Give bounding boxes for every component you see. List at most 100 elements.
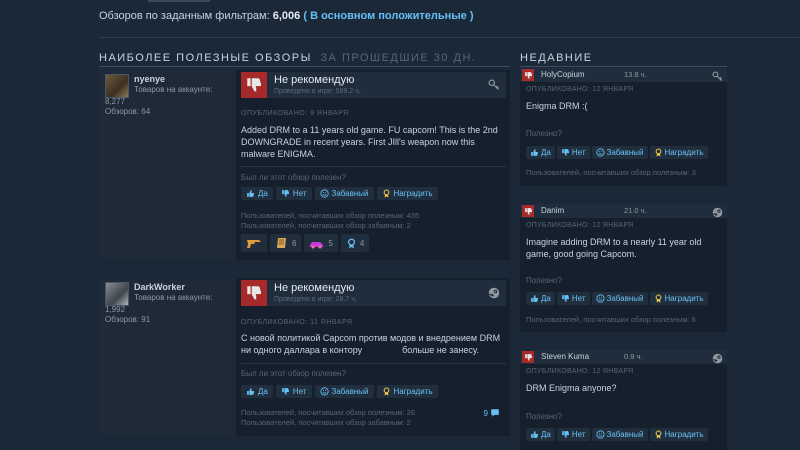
- recent-review-card: Steven Kuma 0.9 ч. ОПУБЛИКОВАНО: 12 ЯНВА…: [520, 350, 727, 450]
- avatar[interactable]: [105, 74, 129, 98]
- award-item[interactable]: 6: [270, 234, 302, 252]
- vote-funny-label: Забавный: [606, 294, 644, 303]
- vote-no-label: Нет: [292, 189, 307, 198]
- award-icon: [654, 148, 663, 157]
- author-reviews-count[interactable]: Обзоров: 91: [105, 315, 150, 324]
- review-summary: Обзоров по заданным фильтрам: 6,006 ( В …: [99, 10, 474, 22]
- review-author: DarkWorker Товаров на аккаунте: 1,992 Об…: [99, 278, 236, 436]
- vote-yes-button[interactable]: Да: [241, 385, 273, 398]
- helpful-count: Пользователей, посчитавших обзор полезны…: [241, 408, 416, 417]
- summary-rating-link[interactable]: В основном положительные: [310, 10, 467, 22]
- thumbs-up-icon: [530, 148, 539, 157]
- review-text-part: ни одного даллара в контору: [241, 345, 363, 355]
- playtime: Проведено в игре: 28.7 ч.: [274, 296, 357, 303]
- car-award-icon: [310, 242, 324, 249]
- steam-icon: [488, 286, 500, 304]
- vote-funny-label: Забавный: [606, 148, 644, 157]
- vote-funny-button[interactable]: Забавный: [591, 146, 648, 159]
- posted-date: ОПУБЛИКОВАНО: 9 ЯНВАРЯ: [241, 110, 349, 117]
- summary-close-paren: ): [469, 10, 474, 22]
- author-products-count: 8,277: [105, 97, 126, 106]
- author-reviews-count[interactable]: Обзоров: 64: [105, 107, 150, 116]
- smile-icon: [320, 189, 329, 198]
- thumbs-up-icon: [530, 294, 539, 303]
- award-label: Наградить: [393, 189, 433, 198]
- award-button[interactable]: Наградить: [649, 292, 708, 305]
- review-verdict-bar[interactable]: Не рекомендую Проведено в игре: 589.2 ч.: [241, 72, 506, 98]
- recent-review-text: Imagine adding DRM to a nearly 11 year o…: [526, 237, 702, 259]
- thumbs-down-icon: [281, 387, 290, 396]
- vote-no-button[interactable]: Нет: [556, 146, 590, 159]
- award-icon: [654, 294, 663, 303]
- review-card: DarkWorker Товаров на аккаунте: 1,992 Об…: [99, 278, 510, 436]
- recent-playtime: 21.0 ч.: [624, 206, 647, 215]
- vote-no-button[interactable]: Нет: [556, 428, 590, 441]
- recent-vote-buttons: Да Нет Забавный Наградить: [526, 146, 708, 159]
- vote-yes-button[interactable]: Да: [526, 292, 555, 305]
- recent-review-header[interactable]: Danim 21.0 ч.: [520, 204, 727, 218]
- vote-no-button[interactable]: Нет: [556, 292, 590, 305]
- helpful-question: Был ли этот обзор полезен?: [241, 173, 346, 182]
- review-stats: Пользователей, посчитавших обзор полезны…: [241, 408, 415, 428]
- review-text: С новой политикой Capcom против модов и …: [241, 332, 506, 356]
- vote-funny-button[interactable]: Забавный: [591, 428, 648, 441]
- vote-no-button[interactable]: Нет: [275, 385, 312, 398]
- avatar[interactable]: [105, 282, 129, 306]
- award-icon: [382, 387, 391, 396]
- tab-underline: [148, 0, 210, 2]
- thumbs-down-icon: [522, 205, 534, 217]
- thumbs-down-icon: [522, 351, 534, 363]
- vote-yes-label: Да: [541, 294, 551, 303]
- helpful-section-period: ЗА ПРОШЕДШИЕ 30 ДН.: [320, 52, 477, 64]
- recent-author-name[interactable]: Steven Kuma: [541, 352, 589, 361]
- recent-review-text: DRM Enigma anyone?: [526, 383, 617, 393]
- helpful-count: Пользователей, посчитавших обзор полезны…: [241, 211, 420, 220]
- recent-section-heading: НЕДАВНИЕ: [520, 52, 593, 64]
- vote-no-button[interactable]: Нет: [275, 187, 312, 200]
- helpful-section-line: [99, 66, 510, 67]
- author-name[interactable]: nyenye: [134, 74, 165, 84]
- recent-review-text: Enigma DRM :(: [526, 101, 588, 111]
- vote-funny-button[interactable]: Забавный: [314, 187, 374, 200]
- recent-author-name[interactable]: HolyCopium: [541, 70, 585, 79]
- award-button[interactable]: Наградить: [376, 187, 438, 200]
- recent-posted-date: ОПУБЛИКОВАНО: 12 ЯНВАРЯ: [526, 86, 634, 93]
- vote-funny-button[interactable]: Забавный: [314, 385, 374, 398]
- recent-section-line: [520, 66, 727, 67]
- review-verdict-bar[interactable]: Не рекомендую Проведено в игре: 28.7 ч.: [241, 280, 506, 306]
- award-item[interactable]: 4: [340, 234, 370, 252]
- award-item[interactable]: [241, 234, 267, 252]
- award-icon: [654, 430, 663, 439]
- thumbs-up-icon: [246, 387, 255, 396]
- smile-icon: [596, 294, 605, 303]
- review-divider: [241, 166, 506, 167]
- helpful-section-title: НАИБОЛЕЕ ПОЛЕЗНЫЕ ОБЗОРЫ ЗА ПРОШЕДШИЕ 30…: [99, 52, 477, 64]
- vote-funny-label: Забавный: [331, 189, 369, 198]
- author-name[interactable]: DarkWorker: [134, 282, 185, 292]
- vote-yes-button[interactable]: Да: [241, 187, 273, 200]
- recent-review-header[interactable]: HolyCopium 13.8 ч.: [520, 68, 727, 82]
- vote-yes-button[interactable]: Да: [526, 146, 555, 159]
- review-divider: [241, 363, 506, 364]
- vote-buttons: Да Нет Забавный Наградить: [241, 385, 438, 398]
- vote-funny-label: Забавный: [331, 387, 369, 396]
- award-button[interactable]: Наградить: [649, 146, 708, 159]
- recent-author-name[interactable]: Danim: [541, 206, 564, 215]
- recent-helpful-count: Пользователей, посчитавших обзор полезны…: [526, 315, 696, 324]
- award-button[interactable]: Наградить: [649, 428, 708, 441]
- vote-yes-label: Да: [541, 148, 551, 157]
- thumbs-down-icon: [281, 189, 290, 198]
- comments-count: 9: [483, 408, 488, 418]
- vote-funny-button[interactable]: Забавный: [591, 292, 648, 305]
- recent-review-header[interactable]: Steven Kuma 0.9 ч.: [520, 350, 727, 364]
- award-button[interactable]: Наградить: [376, 385, 438, 398]
- helpful-question: Был ли этот обзор полезен?: [241, 369, 346, 378]
- award-count: 6: [292, 238, 297, 248]
- recent-review-card: HolyCopium 13.8 ч. ОПУБЛИКОВАНО: 12 ЯНВА…: [520, 68, 727, 186]
- gun-award-icon: [247, 240, 261, 248]
- vote-yes-button[interactable]: Да: [526, 428, 555, 441]
- comments-link[interactable]: 9: [484, 408, 500, 418]
- review-text: Added DRM to a 11 years old game. FU cap…: [241, 125, 498, 159]
- award-count: 5: [328, 238, 333, 248]
- award-item[interactable]: 5: [304, 234, 338, 252]
